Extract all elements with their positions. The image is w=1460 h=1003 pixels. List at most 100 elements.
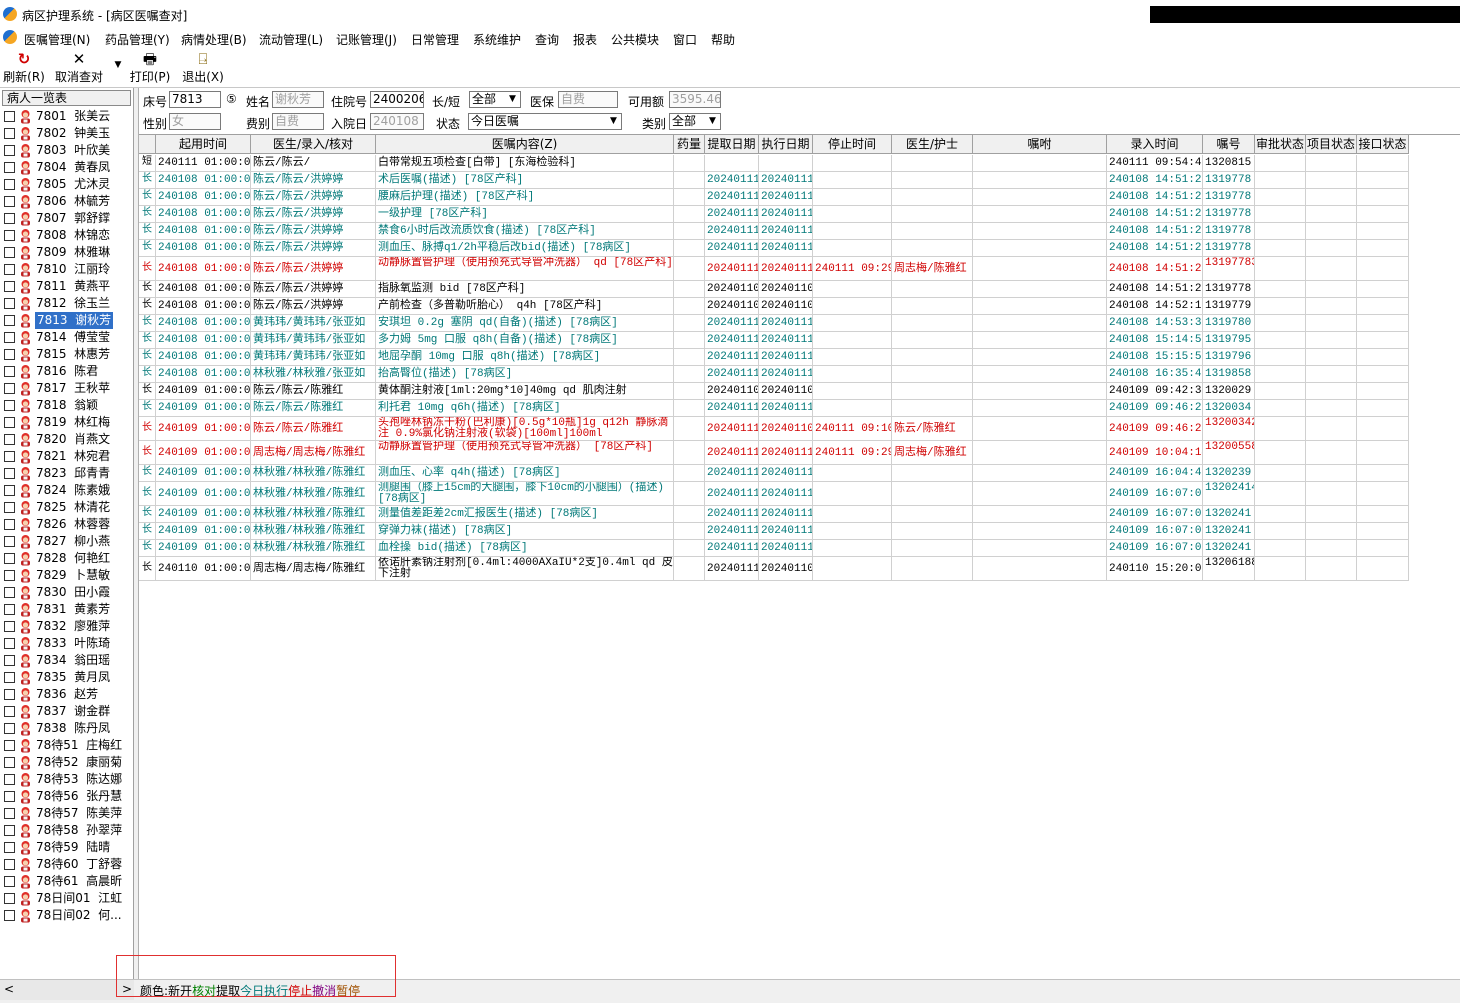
patient-checkbox[interactable] [4,536,15,547]
patient-list-item[interactable]: 7837 谢金群 [4,703,132,720]
patient-checkbox[interactable] [4,791,15,802]
patient-checkbox[interactable] [4,910,15,921]
table-row[interactable]: 长 240108 01:00:00 黄玮玮/黄玮玮/张亚如 地屈孕酮 10mg 口服 … [139,349,1460,366]
horizontal-scrollbar[interactable]: < > [0,980,134,1000]
inpatient-field[interactable]: 2400206 [370,91,424,108]
admit-field[interactable]: 240108 [370,113,424,130]
patient-checkbox[interactable] [4,400,15,411]
patient-list-item[interactable]: 7834 翁田瑶 [4,652,132,669]
patient-checkbox[interactable] [4,689,15,700]
patient-list-item[interactable]: 7801 张美云 [4,108,132,125]
column-header[interactable]: 录入时间 [1107,135,1203,154]
patient-checkbox[interactable] [4,638,15,649]
patient-list-item[interactable]: 7811 黄燕平 [4,278,132,295]
patient-list-item[interactable]: 7818 翁颖 [4,397,132,414]
patient-list-item[interactable]: 7808 林锦恋 [4,227,132,244]
patient-checkbox[interactable] [4,434,15,445]
patient-list-item[interactable]: 7829 卜慧敏 [4,567,132,584]
patient-checkbox[interactable] [4,383,15,394]
patient-checkbox[interactable] [4,468,15,479]
menu-billing[interactable]: 记账管理(J) [336,31,397,48]
menu-drug-management[interactable]: 药品管理(Y) [105,31,170,48]
column-header[interactable]: 项目状态 [1306,135,1357,154]
patient-checkbox[interactable] [4,281,15,292]
patient-checkbox[interactable] [4,111,15,122]
column-header[interactable] [139,135,156,154]
table-row[interactable]: 长 240109 01:00:00 陈云/陈云/陈雅红 利托君 10mg q6h(描述… [139,400,1460,417]
patient-checkbox[interactable] [4,145,15,156]
patient-list-item[interactable]: 78日间02 何... [4,907,132,924]
column-header[interactable]: 医生/护士 [892,135,973,154]
column-header[interactable]: 执行日期 [759,135,813,154]
patient-list-item[interactable]: 78待58 孙翠萍 [4,822,132,839]
menu-daily[interactable]: 日常管理 [411,31,459,48]
patient-list-item[interactable]: 7820 肖燕文 [4,431,132,448]
patient-list-item[interactable]: 78待53 陈达娜 [4,771,132,788]
patient-list-item[interactable]: 7836 赵芳 [4,686,132,703]
column-header[interactable]: 医嘱内容(Z) [376,135,674,154]
patient-checkbox[interactable] [4,706,15,717]
table-row[interactable]: ▶长240108 01:00:00陈云/陈云/洪婷婷一级护理 [78区产科] 20… [139,206,1460,223]
patient-list-item[interactable]: 78待51 庄梅红 [4,737,132,754]
menu-public[interactable]: 公共模块 [611,31,659,48]
menu-help[interactable]: 帮助 [711,31,735,48]
table-row[interactable]: 长 240108 01:00:00 陈云/陈云/洪婷婷 指脉氧监测 bid [78区产… [139,281,1460,298]
patient-list-item[interactable]: 7833 叶陈琦 [4,635,132,652]
patient-list-item[interactable]: 7838 陈丹凤 [4,720,132,737]
patient-checkbox[interactable] [4,349,15,360]
table-row[interactable]: 长 240109 01:00:00 陈云/陈云/陈雅红 头孢唑林钠冻干粉(巴利康)[0… [139,417,1460,441]
patient-list-item[interactable]: 7802 钟美玉 [4,125,132,142]
column-header[interactable]: 提取日期 [705,135,759,154]
patient-checkbox[interactable] [4,859,15,870]
patient-checkbox[interactable] [4,553,15,564]
state-select[interactable]: 今日医嘱 ▼ [468,113,622,130]
gender-field[interactable]: 女 [169,113,221,130]
type-select[interactable]: 全部 ▼ [469,91,521,108]
patient-list-item[interactable]: 7806 林毓芳 [4,193,132,210]
patient-checkbox[interactable] [4,621,15,632]
patient-checkbox[interactable] [4,570,15,581]
mdi-app-icon[interactable] [3,30,17,44]
column-header[interactable]: 嘱咐 [973,135,1107,154]
patient-checkbox[interactable] [4,366,15,377]
menu-system[interactable]: 系统维护 [473,31,521,48]
patient-list-item[interactable]: 7827 柳小燕 [4,533,132,550]
cancel-check-button[interactable]: ✕ 取消查对 [54,50,104,86]
insurance-field[interactable]: 自费 [558,91,618,108]
table-row[interactable]: 长 240109 01:00:00 林秋雅/林秋雅/陈雅红 血栓操 bid(描述) [… [139,540,1460,557]
patient-list-item[interactable]: 78待59 陆晴 [4,839,132,856]
column-header[interactable]: 停止时间 [813,135,892,154]
bed-field[interactable]: 7813 [169,91,221,108]
menu-order-management[interactable]: 医嘱管理(N) [24,31,90,48]
table-row[interactable]: 长 240109 01:00:00 周志梅/周志梅/陈雅红 动静脉置管护理（使用预充式… [139,441,1460,465]
column-header[interactable]: 接口状态 [1357,135,1409,154]
patient-checkbox[interactable] [4,757,15,768]
menu-query[interactable]: 查询 [535,31,559,48]
patient-list-item[interactable]: 7830 田小霞 [4,584,132,601]
table-row[interactable]: 长 240108 01:00:00 陈云/陈云/洪婷婷 禁食6小时后改流质饮食(描述)… [139,223,1460,240]
table-row[interactable]: 长 240108 01:00:00 林秋雅/林秋雅/张亚如 抬高臀位(描述) [78病… [139,366,1460,383]
table-row[interactable]: 长 240108 01:00:00 黄玮玮/黄玮玮/张亚如 多力姆 5mg 口服 q8… [139,332,1460,349]
patient-list-item[interactable]: 7815 林惠芳 [4,346,132,363]
column-header[interactable]: 起用时间 [156,135,251,154]
patient-list-item[interactable]: 78待61 高晨昕 [4,873,132,890]
menu-report[interactable]: 报表 [573,31,597,48]
patient-checkbox[interactable] [4,179,15,190]
table-row[interactable]: 长 240108 01:00:00 陈云/陈云/洪婷婷 术后医嘱(描述) [78区产科… [139,172,1460,189]
patient-list-item[interactable]: 7832 廖雅萍 [4,618,132,635]
patient-checkbox[interactable] [4,128,15,139]
name-field[interactable]: 谢秋芳 [272,91,324,108]
scroll-left-arrow[interactable]: < [4,982,14,996]
patient-checkbox[interactable] [4,417,15,428]
patient-checkbox[interactable] [4,808,15,819]
patient-list-item[interactable]: 7826 林蓉蓉 [4,516,132,533]
patient-checkbox[interactable] [4,672,15,683]
patient-checkbox[interactable] [4,893,15,904]
menu-flow-management[interactable]: 流动管理(L) [259,31,323,48]
patient-list-item[interactable]: 7824 陈素娥 [4,482,132,499]
patient-checkbox[interactable] [4,264,15,275]
patient-list-item[interactable]: 7813 谢秋芳 [4,312,132,329]
patient-list-item[interactable]: 7810 江丽玲 [4,261,132,278]
patient-list-item[interactable]: 7817 王秋苹 [4,380,132,397]
table-row[interactable]: 长 240109 01:00:00 林秋雅/林秋雅/陈雅红 测腿围（膝上15cm的大腿… [139,482,1460,506]
